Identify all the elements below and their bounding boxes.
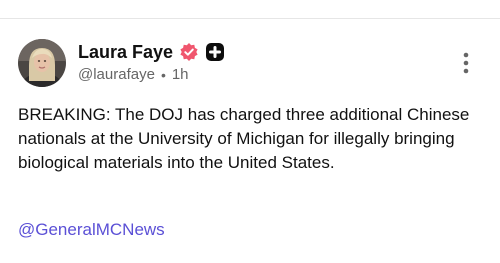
post-menu-button[interactable] xyxy=(456,51,476,75)
post-timestamp: 1h xyxy=(171,66,189,83)
author-name-row: Laura Faye xyxy=(78,41,225,63)
plus-badge-icon xyxy=(205,42,225,62)
author-display-name[interactable]: Laura Faye xyxy=(78,41,173,63)
avatar[interactable] xyxy=(18,39,66,87)
post-card: Laura Faye @laurafaye • 1h BREAKING: The… xyxy=(0,19,500,263)
mention-link[interactable]: @GeneralMCNews xyxy=(18,218,165,242)
separator-dot: • xyxy=(160,67,166,83)
post-body-text: BREAKING: The DOJ has charged three addi… xyxy=(18,105,470,172)
author-handle[interactable]: @laurafaye xyxy=(78,65,155,85)
vertical-ellipsis-icon xyxy=(463,52,469,74)
avatar-image xyxy=(18,39,66,87)
verified-check-icon xyxy=(179,42,199,62)
author-meta-row: @laurafaye • 1h xyxy=(78,65,189,85)
